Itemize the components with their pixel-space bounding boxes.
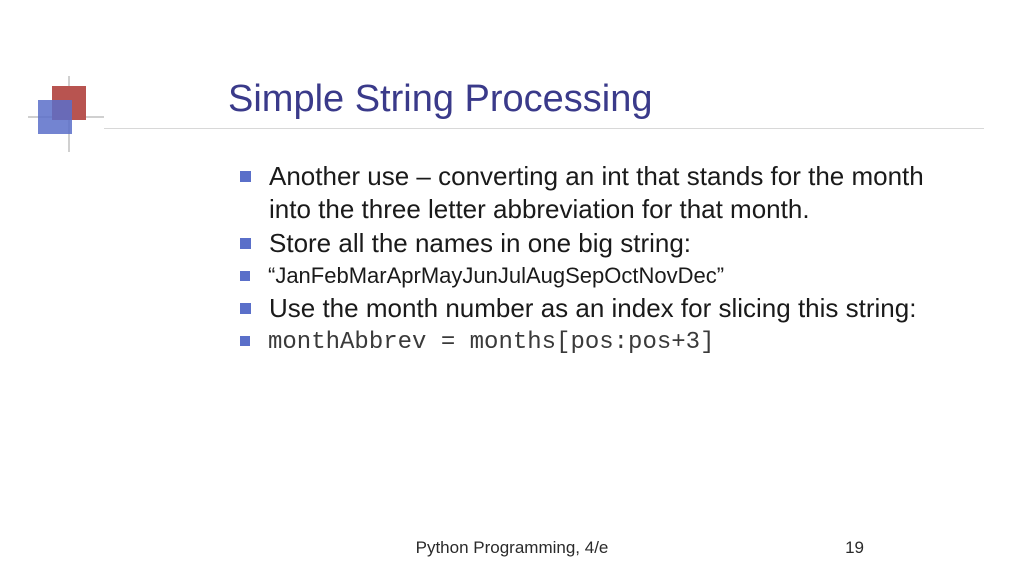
logo-blue-square — [38, 100, 72, 134]
bullet-item: monthAbbrev = months[pos:pos+3] — [240, 327, 960, 358]
bullet-text: Another use – converting an int that sta… — [269, 160, 960, 225]
bullet-item: Another use – converting an int that sta… — [240, 160, 960, 225]
bullet-text: “JanFebMarAprMayJunJulAugSepOctNovDec” — [268, 262, 724, 291]
bullet-text: Use the month number as an index for sli… — [269, 292, 916, 325]
footer-page-number: 19 — [845, 538, 864, 558]
bullet-item: Store all the names in one big string: — [240, 227, 960, 260]
slide-content: Another use – converting an int that sta… — [240, 160, 960, 360]
footer-book-title: Python Programming, 4/e — [416, 538, 609, 558]
bullet-marker-icon — [240, 271, 250, 281]
bullet-marker-icon — [240, 238, 251, 249]
bullet-marker-icon — [240, 303, 251, 314]
bullet-item: “JanFebMarAprMayJunJulAugSepOctNovDec” — [240, 262, 960, 291]
slide-logo — [38, 86, 100, 148]
slide-title: Simple String Processing — [228, 78, 653, 121]
bullet-item: Use the month number as an index for sli… — [240, 292, 960, 325]
bullet-text: Store all the names in one big string: — [269, 227, 691, 260]
bullet-marker-icon — [240, 171, 251, 182]
bullet-marker-icon — [240, 336, 250, 346]
bullet-code-text: monthAbbrev = months[pos:pos+3] — [268, 327, 714, 358]
title-underline — [104, 128, 984, 129]
